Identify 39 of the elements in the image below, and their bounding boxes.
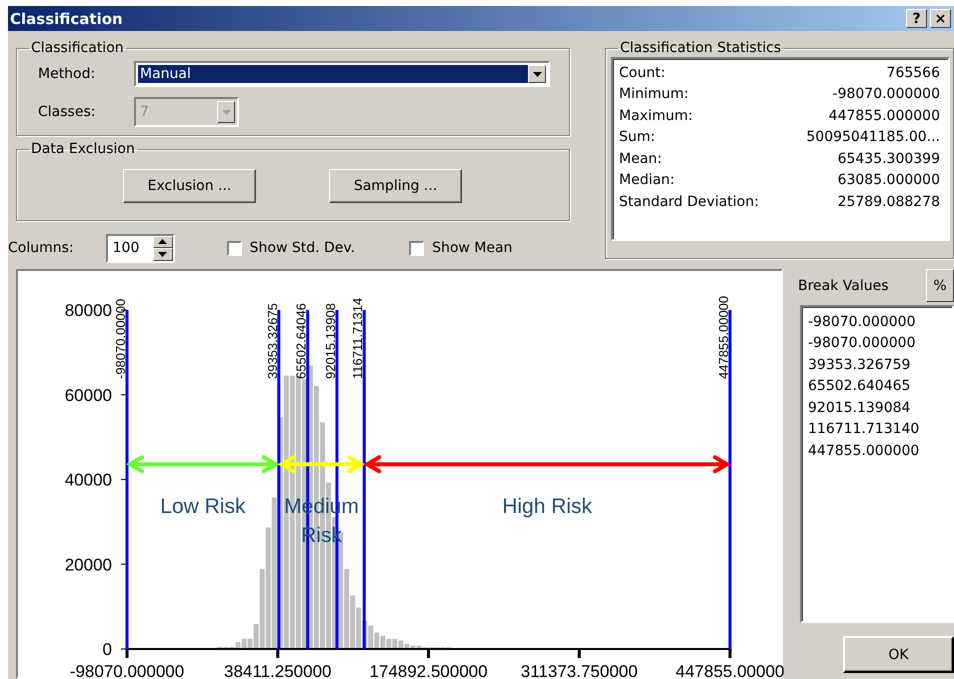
axis-tick-label: 174892.500000 bbox=[369, 662, 488, 679]
axis-tick-label: 447855.00000 bbox=[676, 662, 784, 679]
stat-value: -98070.000000 bbox=[832, 86, 940, 102]
field-label: Columns: bbox=[8, 240, 74, 256]
stat-label: Maximum: bbox=[619, 108, 693, 124]
stat-label: Median: bbox=[619, 172, 675, 188]
list-title: Break Values bbox=[798, 278, 889, 294]
axis-tick-label: -98070.000000 bbox=[70, 662, 184, 679]
group-title: Data Exclusion bbox=[31, 141, 135, 157]
field-label: Classes: bbox=[37, 104, 96, 120]
axis-tick-label: 20000 bbox=[64, 555, 112, 574]
axis-tick-label: 311373.750000 bbox=[520, 662, 638, 679]
axis-tick-label: 80000 bbox=[64, 301, 112, 320]
break-label: 92015.13908 bbox=[322, 303, 338, 379]
risk-label: High Risk bbox=[502, 495, 592, 518]
risk-label: Low Risk bbox=[160, 495, 246, 518]
break-label: 116711.71314 bbox=[350, 298, 366, 379]
window-title: Classification bbox=[10, 10, 124, 28]
axis-tick-label: 38411.250000 bbox=[224, 662, 332, 679]
field-label: Method: bbox=[37, 66, 96, 82]
stat-value: 50095041185.00... bbox=[806, 129, 940, 146]
break-label: 65502.64046 bbox=[294, 303, 309, 379]
stat-value: 447855.000000 bbox=[828, 108, 940, 124]
break-label: 39353.32675 bbox=[264, 303, 280, 379]
stat-label: Minimum: bbox=[619, 86, 689, 102]
stat-label: Count: bbox=[619, 64, 666, 81]
stat-value: 63085.000000 bbox=[838, 172, 940, 188]
stat-value: 765566 bbox=[886, 64, 940, 81]
axis-tick-label: 60000 bbox=[64, 386, 112, 405]
stat-label: Standard Deviation: bbox=[619, 194, 759, 210]
group-title: Classification bbox=[31, 40, 124, 56]
stat-value: 25789.088278 bbox=[838, 194, 940, 210]
stat-value: 65435.300399 bbox=[838, 150, 940, 167]
break-label: 447855.00000 bbox=[716, 296, 731, 379]
stat-label: Sum: bbox=[619, 129, 656, 146]
stat-label: Mean: bbox=[619, 150, 662, 167]
group-title: Classification Statistics bbox=[620, 40, 782, 56]
axis-tick-label: 40000 bbox=[64, 470, 112, 490]
axis-tick-label: 0 bbox=[102, 640, 112, 659]
